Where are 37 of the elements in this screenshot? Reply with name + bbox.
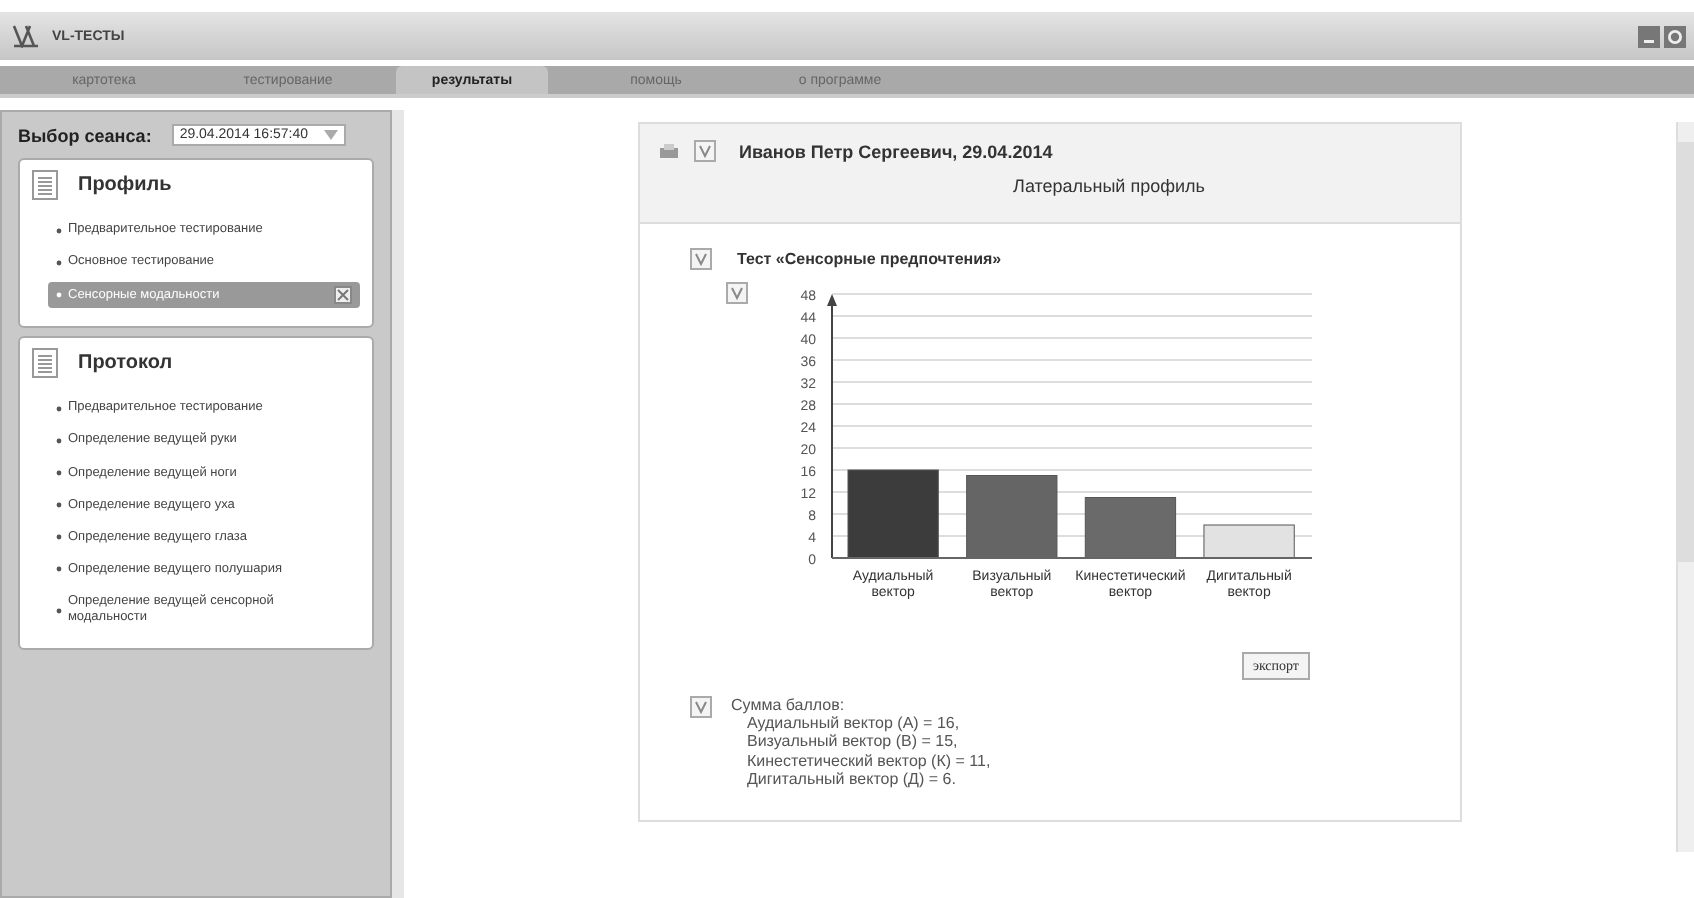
- checkbox[interactable]: [689, 696, 711, 718]
- bullet-icon: [56, 259, 62, 266]
- sum-line: Дигитальный вектор (Д) = 6.: [745, 769, 958, 788]
- bullet-icon: [56, 292, 62, 299]
- bullet-icon: [56, 227, 62, 234]
- checkbox[interactable]: [689, 248, 711, 270]
- minimize-button[interactable]: [1638, 25, 1660, 47]
- sum-title: Сумма баллов:: [731, 696, 847, 715]
- bullet-icon: [56, 437, 62, 444]
- dropdown-arrow-icon: [324, 130, 339, 140]
- bullet-icon: [56, 470, 62, 477]
- bar: [965, 475, 1057, 559]
- section-title: Протокол: [78, 352, 173, 375]
- sum-line: Аудиальный вектор (А) = 16,: [745, 714, 962, 733]
- sum-line: Кинестетический вектор (К) = 11,: [745, 751, 991, 770]
- settings-button[interactable]: [1664, 25, 1686, 47]
- session-label: Выбор сеанса:: [18, 125, 152, 145]
- section-title: Профиль: [78, 174, 172, 196]
- scrollbar[interactable]: [1676, 122, 1694, 852]
- close-icon[interactable]: [334, 286, 352, 305]
- bar: [846, 469, 938, 559]
- bullet-icon: [56, 502, 62, 509]
- test-title: Тест «Сенсорные предпочтения»: [737, 250, 1002, 268]
- checkbox[interactable]: [725, 282, 747, 304]
- bar: [1083, 497, 1176, 559]
- document-icon: [32, 170, 58, 200]
- bullet-icon: [56, 405, 62, 412]
- sum-line: Визуальный вектор (В) = 15,: [745, 732, 960, 752]
- checkbox[interactable]: [693, 140, 715, 162]
- person-name: Иванов Петр Сергеевич, 29.04.2014: [739, 141, 1053, 161]
- bullet-icon: [56, 607, 62, 614]
- bullet-icon: [56, 534, 62, 541]
- bullet-icon: [56, 566, 62, 573]
- document-icon: [32, 348, 58, 379]
- report-title: Латеральный профиль: [1011, 176, 1207, 196]
- print-icon[interactable]: [659, 143, 677, 159]
- logo-icon: [12, 24, 40, 48]
